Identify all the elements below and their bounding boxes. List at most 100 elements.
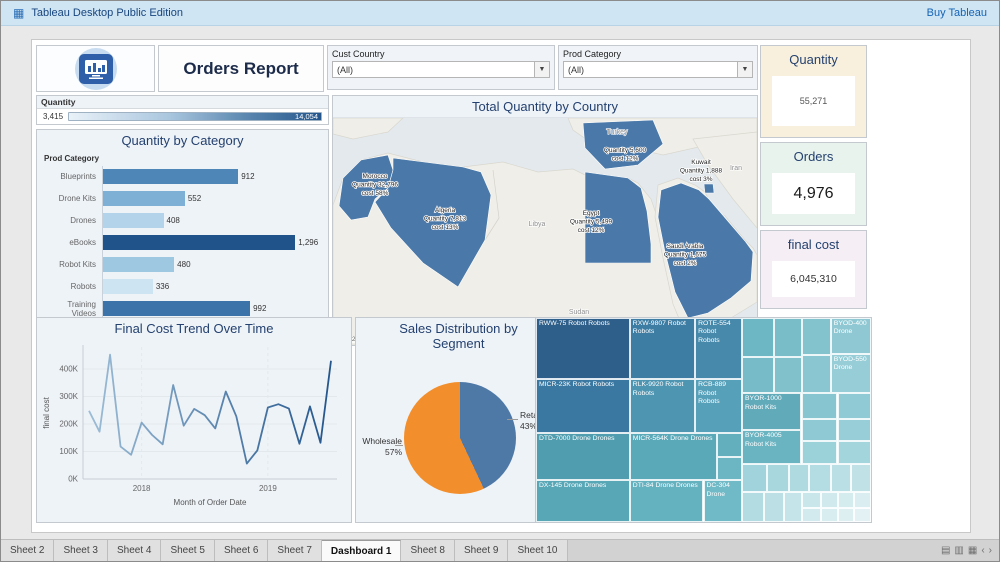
next-sheet-icon[interactable]: ›	[989, 545, 992, 556]
treemap-tile[interactable]: BYOR-4005 Robot Kits	[742, 430, 801, 464]
treemap-tile-small[interactable]	[789, 464, 809, 493]
svg-text:2019: 2019	[259, 484, 277, 493]
bar-mark[interactable]	[103, 213, 164, 228]
bar-mark[interactable]	[103, 279, 153, 294]
treemap-tile-small[interactable]	[717, 433, 742, 456]
treemap-tile-small[interactable]	[854, 508, 871, 522]
report-title-box: Orders Report	[158, 45, 324, 92]
sheet-tab-sheet-4[interactable]: Sheet 4	[108, 540, 161, 561]
kpi-final-cost-card: final cost 6,045,310	[760, 230, 867, 309]
treemap-tile[interactable]: MICR-23K Robot Robots	[536, 379, 630, 433]
map-country-annotation: Quantity 7,813	[424, 215, 467, 222]
treemap-tile-small[interactable]	[821, 492, 838, 507]
kpi-value: 4,976	[793, 185, 833, 203]
sheet-tab-dashboard-1[interactable]: Dashboard 1	[322, 540, 402, 561]
sheet-tab-sheet-3[interactable]: Sheet 3	[54, 540, 107, 561]
treemap-tile-small[interactable]	[838, 441, 872, 463]
treemap-tile-small[interactable]	[838, 492, 855, 507]
treemap-tile[interactable]: BYOR-1000 Robot Kits	[742, 393, 801, 430]
bar-mark[interactable]	[103, 169, 238, 184]
treemap-tile-small[interactable]	[742, 464, 767, 493]
chevron-down-icon[interactable]: ▼	[737, 62, 752, 77]
treemap-tile[interactable]: RXW-9807 Robot Robots	[630, 318, 695, 379]
treemap-tile-small[interactable]	[742, 357, 774, 394]
treemap-tile-small[interactable]	[831, 464, 851, 493]
show-tabs-icon[interactable]: ▦	[968, 545, 977, 556]
pie-chart[interactable]	[404, 382, 516, 494]
treemap-tile-small[interactable]	[854, 492, 871, 507]
treemap-tile-small[interactable]	[802, 508, 820, 522]
treemap-tile-small[interactable]	[802, 318, 830, 355]
category-label: eBooks	[44, 238, 102, 247]
sheet-tab-sheet-9[interactable]: Sheet 9	[455, 540, 508, 561]
category-label: Robots	[44, 282, 102, 291]
monitor-icon	[79, 54, 113, 84]
final-cost-line[interactable]	[89, 355, 331, 464]
quantity-range-slider[interactable]: 14,054	[68, 112, 322, 121]
svg-text:2018: 2018	[133, 484, 151, 493]
sheet-tab-sheet-10[interactable]: Sheet 10	[508, 540, 567, 561]
page-title: Orders Report	[183, 59, 298, 79]
treemap-tile-small[interactable]	[767, 464, 789, 493]
treemap-tile-small[interactable]	[838, 508, 855, 522]
treemap-tile[interactable]: ROTE-554 Robot Robots	[695, 318, 742, 379]
treemap-tile-small[interactable]	[784, 492, 802, 522]
show-sheet-sorter-icon[interactable]: ▤	[941, 545, 950, 556]
treemap-tile-small[interactable]	[802, 492, 820, 507]
prev-sheet-icon[interactable]: ‹	[981, 545, 984, 556]
chevron-down-icon[interactable]: ▼	[534, 62, 549, 77]
treemap-tile[interactable]: DTI-84 Drone Drones	[630, 480, 704, 522]
y-axis-label: final cost	[42, 396, 51, 428]
svg-text:100K: 100K	[59, 447, 78, 456]
pie-label-wholesale: Wholesale 57%	[356, 436, 402, 458]
treemap-tile-small[interactable]	[809, 464, 831, 493]
cust-country-select[interactable]: (All) ▼	[332, 61, 550, 78]
bar-mark[interactable]	[103, 301, 250, 316]
treemap-tile-small[interactable]	[802, 419, 837, 441]
filter-label: Prod Category	[559, 46, 757, 61]
treemap-tile[interactable]: DTD-7000 Drone Drones	[536, 433, 630, 480]
sheet-tab-sheet-2[interactable]: Sheet 2	[1, 540, 54, 561]
treemap-tile-small[interactable]	[802, 393, 837, 419]
treemap-tile-small[interactable]	[838, 419, 872, 441]
country-kuwait[interactable]	[704, 184, 714, 193]
sheet-tab-sheet-5[interactable]: Sheet 5	[161, 540, 214, 561]
treemap-tile[interactable]: BYOD-550 Drone	[831, 354, 871, 394]
treemap-tile-small[interactable]	[774, 357, 802, 394]
category-label: Blueprints	[44, 172, 102, 181]
treemap-tile-small[interactable]	[802, 355, 830, 394]
treemap-tile-small[interactable]	[742, 492, 764, 522]
sheet-tab-sheet-7[interactable]: Sheet 7	[268, 540, 321, 561]
treemap-tile-small[interactable]	[717, 457, 742, 480]
dashboard-canvas: Orders Report Cust Country (All) ▼ Prod …	[31, 39, 971, 533]
bar-value-label: 336	[156, 282, 169, 291]
sheet-tab-sheet-8[interactable]: Sheet 8	[401, 540, 454, 561]
bar-mark[interactable]	[103, 191, 185, 206]
treemap-tile[interactable]: DX-145 Drone Drones	[536, 480, 630, 522]
kpi-value: 6,045,310	[790, 273, 837, 285]
treemap-tile-small[interactable]	[802, 441, 837, 463]
treemap-tile[interactable]: RCB-889 Robot Robots	[695, 379, 742, 433]
sheet-tab-sheet-6[interactable]: Sheet 6	[215, 540, 268, 561]
treemap-tile[interactable]: RWW-75 Robot Robots	[536, 318, 630, 379]
bar-value-label: 992	[253, 304, 266, 313]
dashboard-logo	[36, 45, 155, 92]
treemap-tile-small[interactable]	[821, 508, 838, 522]
bar-value-label: 1,296	[298, 238, 318, 247]
treemap-tile[interactable]: MICR-564K Drone Drones	[630, 433, 717, 480]
show-filmstrip-icon[interactable]: ▥	[954, 545, 963, 556]
bar-mark[interactable]	[103, 235, 295, 250]
treemap-tile[interactable]: RLK-9920 Robot Robots	[630, 379, 695, 433]
treemap-tile-small[interactable]	[742, 318, 774, 357]
treemap-tile-small[interactable]	[774, 318, 802, 357]
treemap-tile-small[interactable]	[851, 464, 871, 493]
buy-tableau-link[interactable]: Buy Tableau	[927, 7, 987, 19]
treemap-tile[interactable]: DC-304 Drone	[704, 480, 743, 522]
prod-category-select[interactable]: (All) ▼	[563, 61, 753, 78]
map-canvas[interactable]: MoroccoQuantity 32,796cost 58%AlgeriaQua…	[333, 118, 757, 345]
treemap-tile[interactable]: BYOD-400 Drone	[831, 318, 871, 354]
treemap-tile-small[interactable]	[764, 492, 784, 522]
bar-mark[interactable]	[103, 257, 174, 272]
map-country-annotation: Morocco	[363, 173, 388, 180]
treemap-tile-small[interactable]	[838, 393, 872, 419]
